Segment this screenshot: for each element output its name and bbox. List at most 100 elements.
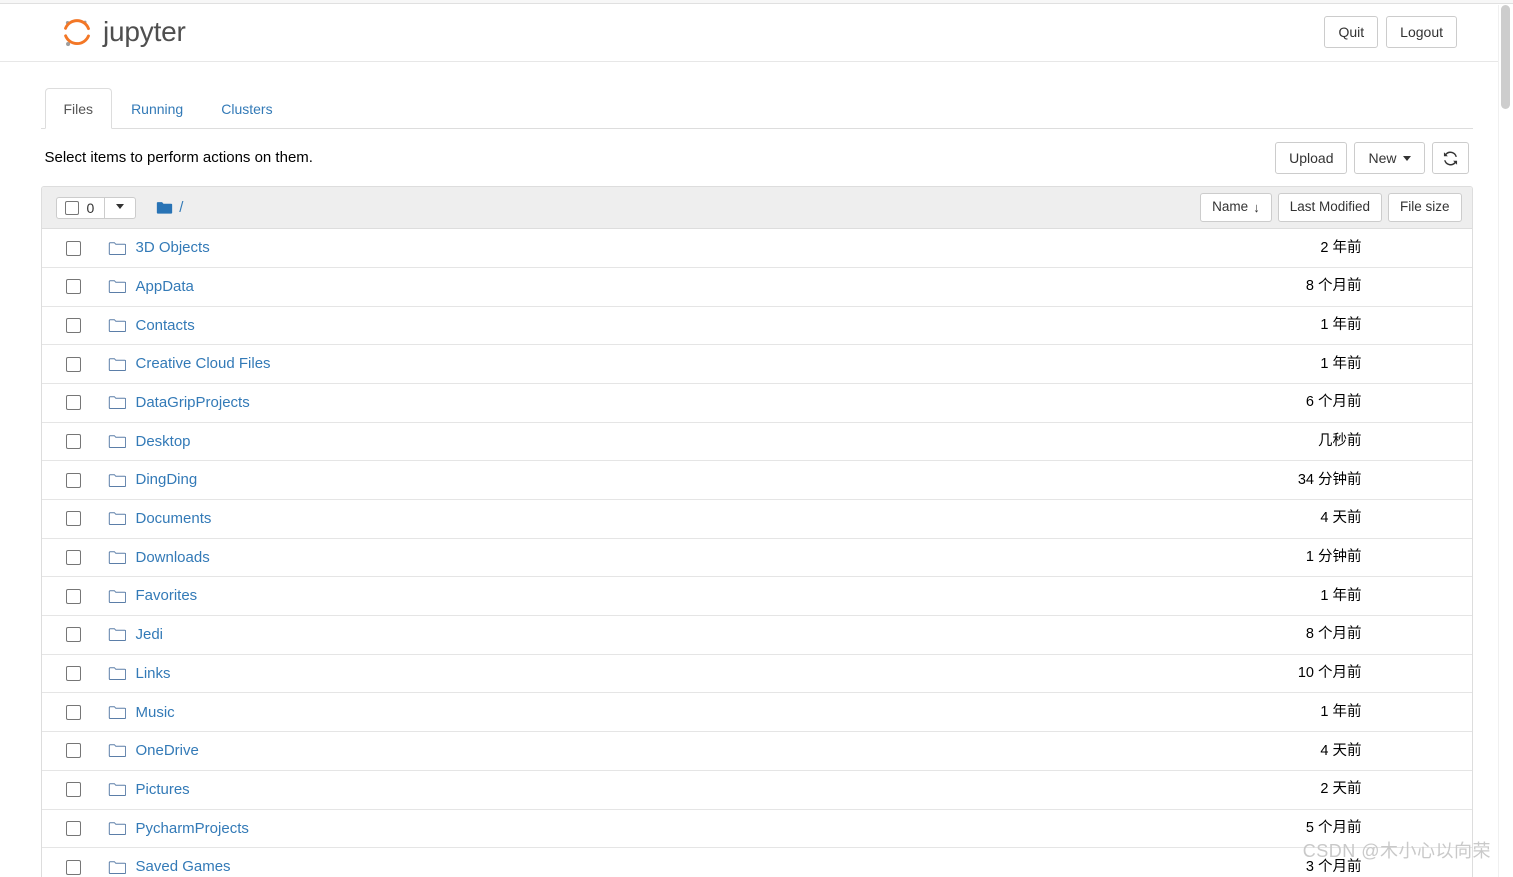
file-name-link[interactable]: Creative Cloud Files	[136, 354, 271, 374]
logout-button[interactable]: Logout	[1386, 16, 1457, 49]
row-checkbox[interactable]	[65, 666, 81, 682]
sort-desc-arrow-icon: ↓	[1253, 200, 1260, 216]
row-checkbox[interactable]	[65, 356, 81, 372]
table-row[interactable]: Jedi 8 个月前	[41, 616, 1472, 655]
file-modified: 8 个月前	[1305, 626, 1362, 643]
file-name-link[interactable]: DingDing	[136, 470, 198, 490]
breadcrumb-root[interactable]: /	[179, 200, 183, 215]
row-checkbox[interactable]	[65, 240, 81, 256]
table-row[interactable]: Saved Games 3 个月前	[41, 848, 1472, 877]
file-modified: 几秒前	[1318, 433, 1362, 450]
row-checkbox[interactable]	[65, 395, 81, 411]
tab-clusters[interactable]: Clusters	[202, 88, 291, 129]
page-scrollbar-thumb[interactable]	[1501, 5, 1510, 109]
table-row[interactable]: Music 1 年前	[41, 693, 1472, 733]
table-row[interactable]: DingDing 34 分钟前	[41, 461, 1472, 500]
chevron-down-icon	[116, 204, 125, 210]
row-checkbox[interactable]	[65, 820, 81, 836]
tab-bar: Files Running Clusters	[40, 87, 1473, 129]
folder-outline-icon	[108, 783, 126, 797]
file-name-link[interactable]: Desktop	[136, 432, 191, 452]
row-checkbox[interactable]	[65, 472, 81, 488]
refresh-button[interactable]	[1431, 142, 1469, 175]
header-actions: Quit Logout	[1324, 16, 1457, 49]
file-modified: 8 个月前	[1305, 278, 1362, 295]
file-name-link[interactable]: Jedi	[136, 625, 164, 645]
file-rows: 3D Objects 2 年前 AppData 8 个月前 Contacts 1 年前 Cr…	[41, 229, 1472, 877]
table-row[interactable]: AppData 8 个月前	[41, 267, 1472, 307]
file-name-link[interactable]: Saved Games	[136, 857, 231, 877]
chevron-down-icon	[1402, 155, 1411, 161]
file-list: 0 / Name ↓ Last Modified File size 3D Ob…	[40, 186, 1473, 877]
file-modified: 1 年前	[1320, 703, 1362, 720]
file-name-link[interactable]: Downloads	[136, 548, 210, 568]
file-name-link[interactable]: Documents	[136, 509, 212, 529]
file-name-link[interactable]: Favorites	[136, 586, 198, 606]
select-menu-button[interactable]	[105, 196, 137, 219]
selection-hint: Select items to perform actions on them.	[44, 149, 313, 167]
file-modified: 34 分钟前	[1297, 471, 1362, 488]
file-modified: 4 天前	[1320, 742, 1362, 759]
row-checkbox[interactable]	[65, 704, 81, 720]
page-scrollbar[interactable]	[1498, 5, 1513, 877]
new-button[interactable]: New	[1354, 142, 1425, 175]
folder-outline-icon	[108, 319, 126, 332]
file-name-link[interactable]: Music	[136, 703, 175, 723]
row-checkbox[interactable]	[65, 317, 81, 333]
folder-outline-icon	[108, 357, 126, 371]
tab-running[interactable]: Running	[112, 88, 202, 129]
table-row[interactable]: Favorites 1 年前	[41, 577, 1472, 617]
page-body: Files Running Clusters Select items to p…	[40, 62, 1473, 877]
jupyter-logo[interactable]: jupyter	[60, 16, 186, 50]
row-checkbox[interactable]	[65, 550, 81, 566]
file-name-link[interactable]: AppData	[136, 277, 194, 297]
file-modified: 4 天前	[1320, 510, 1362, 527]
refresh-icon	[1443, 151, 1457, 166]
sort-by-last-modified-button[interactable]: Last Modified	[1277, 193, 1382, 223]
row-checkbox[interactable]	[65, 859, 81, 875]
toolbar-left: 0 /	[55, 196, 183, 219]
row-checkbox[interactable]	[65, 511, 81, 527]
folder-outline-icon	[108, 435, 126, 448]
table-row[interactable]: Contacts 1 年前	[41, 306, 1472, 346]
file-modified: 2 年前	[1320, 239, 1362, 256]
quit-button[interactable]: Quit	[1324, 16, 1379, 49]
folder-outline-icon	[108, 744, 126, 758]
folder-outline-icon	[108, 822, 126, 835]
folder-outline-icon	[108, 396, 126, 410]
sort-by-file-size-button[interactable]: File size	[1387, 193, 1462, 223]
row-checkbox[interactable]	[65, 627, 81, 643]
file-name-link[interactable]: Contacts	[136, 316, 195, 336]
table-row[interactable]: Downloads 1 分钟前	[41, 538, 1472, 578]
table-row[interactable]: OneDrive 4 天前	[41, 732, 1472, 771]
file-name-link[interactable]: PycharmProjects	[136, 819, 249, 839]
file-name-link[interactable]: 3D Objects	[136, 238, 210, 258]
table-row[interactable]: DataGripProjects 6 个月前	[41, 383, 1472, 423]
action-buttons: Upload New	[1275, 142, 1469, 175]
file-name-link[interactable]: DataGripProjects	[136, 393, 250, 413]
table-row[interactable]: Desktop 几秒前	[41, 422, 1472, 462]
table-row[interactable]: Links 10 个月前	[41, 654, 1472, 694]
row-checkbox[interactable]	[65, 433, 81, 449]
table-row[interactable]: Creative Cloud Files 1 年前	[41, 345, 1472, 384]
upload-button[interactable]: Upload	[1275, 142, 1348, 175]
breadcrumb: /	[156, 200, 183, 215]
table-row[interactable]: PycharmProjects 5 个月前	[41, 809, 1472, 849]
sort-by-name-button[interactable]: Name ↓	[1200, 193, 1272, 223]
selected-count: 0	[86, 199, 95, 216]
table-row[interactable]: Documents 4 天前	[41, 500, 1472, 539]
file-name-link[interactable]: OneDrive	[136, 741, 199, 761]
row-checkbox[interactable]	[65, 782, 81, 798]
select-all-button[interactable]: 0	[55, 196, 106, 219]
folder-outline-icon	[108, 473, 126, 487]
table-row[interactable]: 3D Objects 2 年前	[41, 229, 1472, 268]
table-row[interactable]: Pictures 2 天前	[41, 770, 1472, 810]
file-name-link[interactable]: Links	[136, 664, 171, 684]
row-checkbox[interactable]	[65, 743, 81, 759]
tab-files[interactable]: Files	[44, 87, 113, 129]
row-checkbox[interactable]	[65, 588, 81, 604]
file-name-link[interactable]: Pictures	[136, 780, 190, 800]
select-all-checkbox[interactable]	[64, 200, 79, 215]
row-checkbox[interactable]	[65, 279, 81, 295]
file-modified: 3 个月前	[1305, 858, 1362, 875]
